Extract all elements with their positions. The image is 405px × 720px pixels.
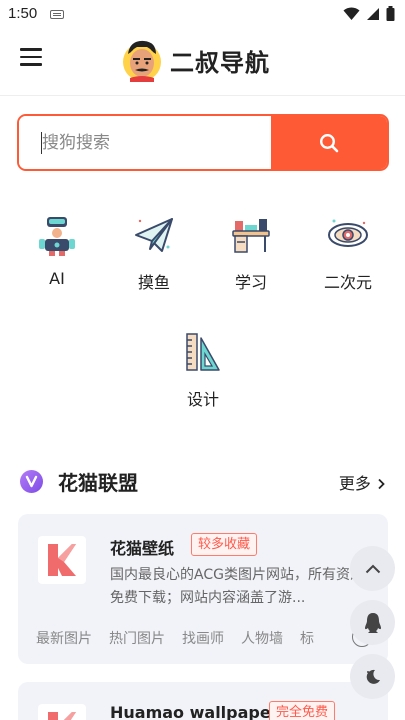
sublink-latest[interactable]: 最新图片	[36, 628, 92, 648]
qq-penguin-icon	[364, 612, 381, 633]
menu-icon[interactable]	[20, 48, 42, 66]
site-logo	[38, 536, 86, 584]
status-time: 1:50	[8, 5, 38, 22]
category-label: 设计	[186, 390, 219, 409]
k-logo-icon	[48, 712, 76, 720]
sublink-hot[interactable]: 热门图片	[109, 628, 165, 648]
chevron-up-icon	[365, 564, 380, 573]
paper-plane-icon	[135, 218, 173, 252]
more-label: 更多	[338, 474, 371, 493]
section-logo-icon	[20, 470, 43, 493]
site-card[interactable]: Huamao wallpaper 完全免费	[18, 682, 388, 720]
ruler-triangle-icon	[186, 333, 220, 371]
sublink-artists[interactable]: 找画师	[182, 628, 224, 648]
avatar-logo-icon	[123, 40, 161, 82]
category-label: 二次元	[323, 273, 372, 292]
app-name: 二叔导航	[170, 48, 270, 77]
sublink-people[interactable]: 人物墙	[241, 628, 283, 648]
k-logo-icon	[48, 544, 76, 576]
category-label: 摸鱼	[137, 273, 170, 292]
robot-icon	[39, 217, 75, 256]
app-header: 二叔导航	[0, 30, 405, 96]
category-study[interactable]: 学习	[211, 213, 291, 293]
search-bar	[17, 114, 389, 171]
system-icons	[343, 6, 395, 21]
category-label: 学习	[234, 273, 267, 292]
section-title: 花猫联盟	[58, 471, 138, 495]
sublink-tags[interactable]: 标	[300, 628, 314, 648]
desk-icon	[232, 219, 270, 253]
category-label: AI	[49, 269, 65, 288]
search-icon	[319, 133, 339, 152]
theme-toggle-button[interactable]	[350, 654, 395, 699]
category-ai[interactable]: AI	[17, 213, 97, 288]
moon-icon	[366, 669, 380, 684]
category-design[interactable]: 设计	[163, 330, 243, 410]
battery-icon	[386, 6, 395, 21]
site-card[interactable]: 花猫壁纸 较多收藏 国内最良心的ACG类图片网站，所有资源免费下载；网站内容涵盖…	[18, 514, 388, 664]
chevron-right-icon	[378, 478, 385, 490]
keyboard-icon	[50, 10, 64, 19]
more-link[interactable]: 更多	[339, 470, 386, 494]
site-logo	[38, 704, 86, 720]
search-input[interactable]	[19, 116, 273, 169]
site-sublinks: 最新图片 热门图片 找画师 人物墙 标	[36, 628, 366, 648]
qq-button[interactable]	[350, 600, 395, 645]
search-button[interactable]	[271, 116, 387, 169]
category-moyu[interactable]: 摸鱼	[114, 213, 194, 293]
site-title: Huamao wallpaper	[110, 703, 279, 720]
app-logo[interactable]: 二叔导航	[122, 38, 270, 82]
wifi-icon	[343, 6, 360, 20]
planet-icon	[328, 219, 368, 247]
status-bar: 1:50	[0, 0, 405, 30]
category-erciyuan[interactable]: 二次元	[308, 213, 388, 293]
site-description: 国内最良心的ACG类图片网站，所有资源免费下载；网站内容涵盖了游...	[110, 567, 364, 606]
site-tag: 较多收藏	[191, 533, 258, 556]
cellular-icon	[367, 7, 379, 20]
text-cursor	[41, 132, 42, 154]
site-tag: 完全免费	[269, 701, 336, 720]
section-header: 花猫联盟 更多	[18, 466, 388, 498]
scroll-top-button[interactable]	[350, 546, 395, 591]
site-title: 花猫壁纸	[110, 539, 175, 558]
